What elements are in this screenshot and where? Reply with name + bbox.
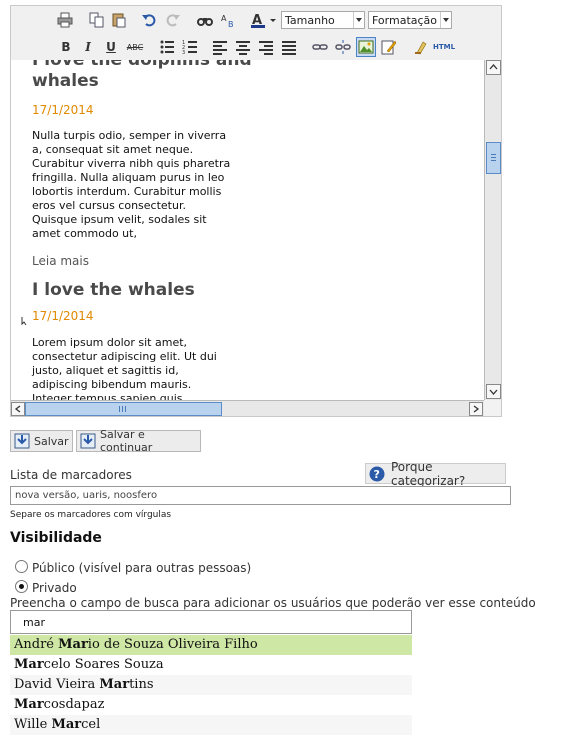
public-radio[interactable]	[15, 560, 28, 573]
align-center-icon[interactable]	[233, 37, 253, 57]
save-button-label: Salvar	[34, 434, 69, 448]
font-size-select-label: Tamanho	[285, 14, 335, 27]
horizontal-scrollbar[interactable]	[11, 400, 484, 416]
list-item[interactable]: David Vieira Martins	[10, 675, 412, 695]
svg-text:A: A	[221, 14, 227, 23]
format-select[interactable]: Formatação	[368, 11, 452, 29]
horizontal-scroll-thumb[interactable]	[25, 402, 222, 416]
print-icon[interactable]	[55, 10, 75, 30]
save-icon	[80, 433, 96, 449]
numbered-list-icon[interactable]: 123	[180, 37, 200, 57]
bold-button[interactable]: B	[56, 37, 76, 57]
insert-image-icon[interactable]	[356, 37, 376, 57]
user-search-results: André Mario de Souza Oliveira Filho Marc…	[10, 635, 412, 735]
why-categorize-button[interactable]: ? Porque categorizar?	[365, 460, 506, 488]
scroll-up-icon[interactable]	[486, 60, 501, 75]
read-more-link[interactable]: Leia mais	[32, 254, 89, 268]
tags-label: Lista de marcadores	[10, 468, 132, 482]
list-item[interactable]: Marcelo Soares Souza	[10, 655, 412, 675]
find-icon[interactable]	[195, 10, 215, 30]
private-radio[interactable]	[15, 580, 28, 593]
svg-text:3: 3	[182, 50, 185, 55]
copy-icon[interactable]	[87, 10, 107, 30]
article-body: Nulla turpis odio, semper in viverra a, …	[32, 129, 231, 240]
svg-text:B: B	[228, 20, 234, 28]
redo-icon[interactable]	[163, 10, 183, 30]
vertical-scroll-thumb[interactable]	[486, 142, 501, 174]
clean-format-icon[interactable]	[411, 37, 431, 57]
public-radio-label[interactable]: Público (visível para outras pessoas)	[32, 561, 251, 575]
rich-text-editor: AB A Tamanho Formatação B I U ABC 123 HT…	[10, 5, 502, 417]
chevron-down-icon	[353, 12, 364, 28]
article-date: 17/1/2014	[32, 309, 94, 323]
text-color-icon[interactable]: A	[249, 10, 279, 30]
replace-icon[interactable]: AB	[218, 10, 238, 30]
undo-icon[interactable]	[139, 10, 159, 30]
svg-text:?: ?	[374, 468, 380, 481]
text-cursor-icon	[21, 315, 27, 329]
vertical-scrollbar[interactable]	[484, 60, 501, 400]
bullet-list-icon[interactable]	[157, 37, 177, 57]
font-size-select[interactable]: Tamanho	[281, 11, 365, 29]
article-title: I love the whales	[32, 280, 195, 300]
italic-button[interactable]: I	[78, 37, 98, 57]
editor-content[interactable]: I love the dolphins and whales 17/1/2014…	[11, 60, 484, 400]
private-radio-label[interactable]: Privado	[32, 581, 77, 595]
article-title: I love the dolphins and whales	[32, 60, 252, 91]
list-item[interactable]: André Mario de Souza Oliveira Filho	[10, 635, 412, 655]
unlink-icon[interactable]	[333, 37, 353, 57]
save-continue-button[interactable]: Salvar e continuar	[76, 428, 201, 454]
chevron-down-icon	[440, 12, 451, 28]
search-hint: Preencha o campo de busca para adicionar…	[10, 596, 536, 610]
html-button[interactable]: HTML	[432, 37, 456, 57]
underline-button[interactable]: U	[101, 37, 121, 57]
list-item[interactable]: Marcosdapaz	[10, 695, 412, 715]
user-search-input[interactable]: mar	[10, 610, 412, 634]
paste-icon[interactable]	[109, 10, 129, 30]
scroll-down-icon[interactable]	[486, 384, 501, 399]
save-button[interactable]: Salvar	[10, 430, 73, 452]
article-body: Lorem ipsum dolor sit amet, consectetur …	[32, 336, 217, 400]
article-date: 17/1/2014	[32, 103, 94, 117]
align-justify-icon[interactable]	[279, 37, 299, 57]
strikethrough-button[interactable]: ABC	[124, 37, 146, 57]
list-item[interactable]: Wille Marcel	[10, 715, 412, 735]
tags-input[interactable]: nova versão, uaris, noosfero	[10, 486, 511, 505]
help-icon: ?	[369, 466, 385, 482]
format-select-label: Formatação	[372, 14, 438, 27]
editor-toolbar: AB A Tamanho Formatação B I U ABC 123 HT…	[11, 6, 501, 60]
scroll-right-icon[interactable]	[469, 402, 483, 416]
why-categorize-label: Porque categorizar?	[391, 459, 466, 488]
visibility-heading: Visibilidade	[10, 530, 102, 546]
align-right-icon[interactable]	[256, 37, 276, 57]
align-left-icon[interactable]	[210, 37, 230, 57]
save-continue-button-label: Salvar e continuar	[100, 428, 153, 454]
link-icon[interactable]	[310, 37, 330, 57]
edit-source-icon[interactable]	[379, 37, 399, 57]
scroll-left-icon[interactable]	[11, 402, 25, 416]
save-icon	[14, 433, 30, 449]
tags-hint: Separe os marcadores com vírgulas	[10, 510, 172, 520]
